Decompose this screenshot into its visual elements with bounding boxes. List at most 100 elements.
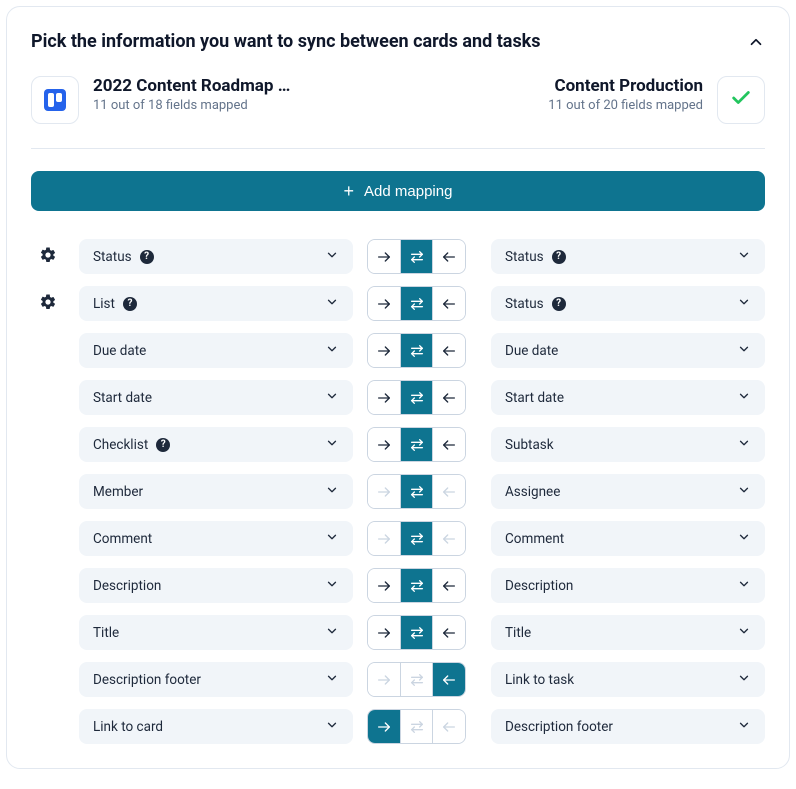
apps-row: 2022 Content Roadmap … 11 out of 18 fiel… bbox=[31, 76, 765, 149]
direction-both-button[interactable] bbox=[400, 240, 433, 273]
help-icon[interactable]: ? bbox=[140, 250, 154, 264]
direction-both-button[interactable] bbox=[400, 663, 433, 696]
direction-left-button[interactable] bbox=[432, 428, 465, 461]
direction-right-button[interactable] bbox=[368, 616, 400, 649]
right-field-select[interactable]: Start date bbox=[491, 380, 765, 415]
left-field-select[interactable]: Link to card bbox=[79, 709, 353, 744]
gear-icon[interactable] bbox=[39, 246, 57, 268]
direction-toggle bbox=[367, 521, 466, 556]
left-field-select[interactable]: Description bbox=[79, 568, 353, 603]
direction-left-button[interactable] bbox=[432, 569, 465, 602]
chevron-down-icon bbox=[737, 435, 751, 454]
right-field-label: Due date bbox=[505, 343, 558, 359]
right-field-label: Subtask bbox=[505, 437, 554, 453]
right-field-label: Status? bbox=[505, 249, 566, 265]
left-field-select[interactable]: Member bbox=[79, 474, 353, 509]
direction-right-button[interactable] bbox=[368, 240, 400, 273]
left-field-label: Comment bbox=[93, 531, 152, 547]
direction-toggle bbox=[367, 568, 466, 603]
direction-both-button[interactable] bbox=[400, 569, 433, 602]
right-field-select[interactable]: Status? bbox=[491, 239, 765, 274]
direction-right-button[interactable] bbox=[368, 710, 400, 743]
chevron-down-icon bbox=[737, 341, 751, 360]
direction-left-button[interactable] bbox=[432, 334, 465, 367]
direction-right-button[interactable] bbox=[368, 287, 400, 320]
mapping-row: Title Title bbox=[31, 615, 765, 650]
left-field-select[interactable]: Due date bbox=[79, 333, 353, 368]
direction-both-button[interactable] bbox=[400, 710, 433, 743]
add-mapping-label: Add mapping bbox=[364, 183, 452, 200]
left-field-label: Due date bbox=[93, 343, 146, 359]
direction-left-button[interactable] bbox=[432, 710, 465, 743]
left-field-label: Start date bbox=[93, 390, 152, 406]
direction-both-button[interactable] bbox=[400, 428, 433, 461]
direction-left-button[interactable] bbox=[432, 475, 465, 508]
left-field-label: Member bbox=[93, 484, 143, 500]
left-field-select[interactable]: Status? bbox=[79, 239, 353, 274]
direction-left-button[interactable] bbox=[432, 616, 465, 649]
gear-col bbox=[31, 293, 65, 315]
direction-right-button[interactable] bbox=[368, 663, 400, 696]
direction-left-button[interactable] bbox=[432, 240, 465, 273]
direction-left-button[interactable] bbox=[432, 287, 465, 320]
direction-both-button[interactable] bbox=[400, 334, 433, 367]
collapse-toggle[interactable] bbox=[747, 33, 765, 51]
direction-toggle bbox=[367, 286, 466, 321]
gear-icon[interactable] bbox=[39, 293, 57, 315]
right-field-select[interactable]: Subtask bbox=[491, 427, 765, 462]
right-field-select[interactable]: Comment bbox=[491, 521, 765, 556]
right-field-select[interactable]: Status? bbox=[491, 286, 765, 321]
chevron-down-icon bbox=[325, 435, 339, 454]
help-icon[interactable]: ? bbox=[552, 250, 566, 264]
mapping-row: Description footer Link to task bbox=[31, 662, 765, 697]
left-field-select[interactable]: Comment bbox=[79, 521, 353, 556]
left-field-select[interactable]: Start date bbox=[79, 380, 353, 415]
direction-right-button[interactable] bbox=[368, 334, 400, 367]
help-icon[interactable]: ? bbox=[552, 297, 566, 311]
right-field-label: Start date bbox=[505, 390, 564, 406]
direction-right-button[interactable] bbox=[368, 428, 400, 461]
right-field-label: Description bbox=[505, 578, 573, 594]
right-field-select[interactable]: Link to task bbox=[491, 662, 765, 697]
right-field-select[interactable]: Assignee bbox=[491, 474, 765, 509]
direction-right-button[interactable] bbox=[368, 475, 400, 508]
direction-right-button[interactable] bbox=[368, 381, 400, 414]
direction-toggle bbox=[367, 615, 466, 650]
add-mapping-button[interactable]: + Add mapping bbox=[31, 171, 765, 211]
right-field-select[interactable]: Title bbox=[491, 615, 765, 650]
chevron-down-icon bbox=[737, 529, 751, 548]
left-field-label: Status? bbox=[93, 249, 154, 265]
left-field-select[interactable]: List? bbox=[79, 286, 353, 321]
direction-both-button[interactable] bbox=[400, 522, 433, 555]
direction-both-button[interactable] bbox=[400, 287, 433, 320]
direction-right-button[interactable] bbox=[368, 522, 400, 555]
left-field-label: Checklist? bbox=[93, 437, 170, 453]
direction-both-button[interactable] bbox=[400, 475, 433, 508]
chevron-down-icon bbox=[325, 341, 339, 360]
direction-both-button[interactable] bbox=[400, 616, 433, 649]
right-field-label: Status? bbox=[505, 296, 566, 312]
mapping-row: List? Status? bbox=[31, 286, 765, 321]
direction-toggle bbox=[367, 662, 466, 697]
left-field-select[interactable]: Checklist? bbox=[79, 427, 353, 462]
help-icon[interactable]: ? bbox=[156, 438, 170, 452]
chevron-down-icon bbox=[325, 294, 339, 313]
left-field-select[interactable]: Title bbox=[79, 615, 353, 650]
help-icon[interactable]: ? bbox=[123, 297, 137, 311]
chevron-down-icon bbox=[325, 717, 339, 736]
right-field-select[interactable]: Description footer bbox=[491, 709, 765, 744]
chevron-down-icon bbox=[737, 388, 751, 407]
dest-sub: 11 out of 20 fields mapped bbox=[548, 98, 703, 113]
right-field-select[interactable]: Description bbox=[491, 568, 765, 603]
mapping-row: Status? Status? bbox=[31, 239, 765, 274]
direction-left-button[interactable] bbox=[432, 663, 465, 696]
direction-both-button[interactable] bbox=[400, 381, 433, 414]
direction-right-button[interactable] bbox=[368, 569, 400, 602]
source-name: 2022 Content Roadmap … bbox=[93, 76, 290, 96]
direction-left-button[interactable] bbox=[432, 381, 465, 414]
source-sub: 11 out of 18 fields mapped bbox=[93, 98, 290, 113]
left-field-select[interactable]: Description footer bbox=[79, 662, 353, 697]
direction-left-button[interactable] bbox=[432, 522, 465, 555]
right-field-select[interactable]: Due date bbox=[491, 333, 765, 368]
right-field-label: Description footer bbox=[505, 719, 613, 735]
